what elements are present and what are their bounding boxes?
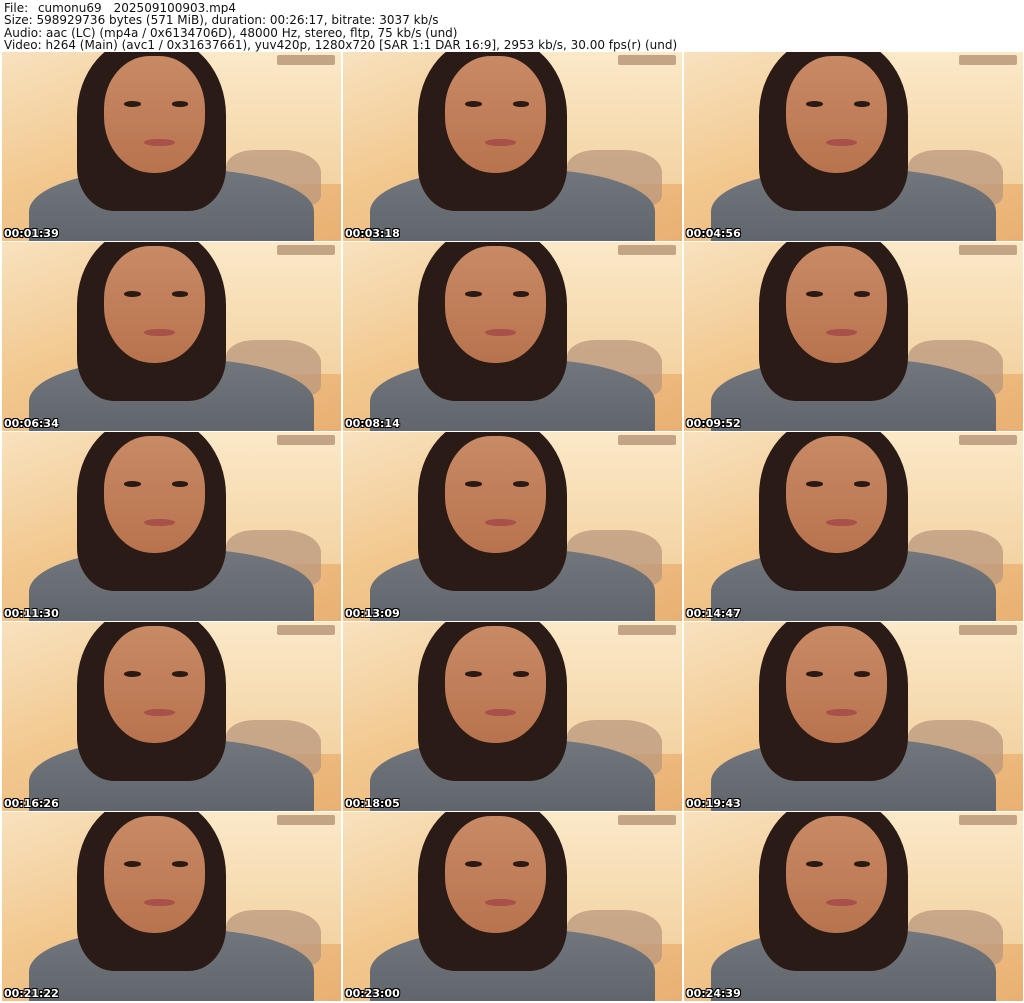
thumbnail-frame: 00:04:56 bbox=[684, 52, 1023, 241]
watermark-logo bbox=[277, 435, 335, 445]
watermark-logo bbox=[618, 55, 676, 65]
frame-timestamp: 00:09:52 bbox=[686, 417, 741, 430]
thumbnail-frame: 00:06:34 bbox=[2, 242, 341, 431]
thumbnail-frame: 00:23:00 bbox=[343, 812, 682, 1001]
frame-timestamp: 00:24:39 bbox=[686, 987, 741, 1000]
frame-timestamp: 00:14:47 bbox=[686, 607, 741, 620]
thumbnail-frame: 00:13:09 bbox=[343, 432, 682, 621]
thumbnail-grid: 00:01:39 00:03:18 00:04:56 00:06:34 00:0… bbox=[2, 52, 1023, 1002]
watermark-logo bbox=[277, 245, 335, 255]
watermark-logo bbox=[618, 245, 676, 255]
file-size-line: Size: 598929736 bytes (571 MiB), duratio… bbox=[4, 14, 439, 27]
frame-timestamp: 00:19:43 bbox=[686, 797, 741, 810]
watermark-logo bbox=[959, 435, 1017, 445]
thumbnail-frame: 00:24:39 bbox=[684, 812, 1023, 1001]
watermark-logo bbox=[959, 245, 1017, 255]
watermark-logo bbox=[618, 435, 676, 445]
frame-timestamp: 00:21:22 bbox=[4, 987, 59, 1000]
frame-timestamp: 00:16:26 bbox=[4, 797, 59, 810]
frame-timestamp: 00:18:05 bbox=[345, 797, 400, 810]
watermark-logo bbox=[618, 815, 676, 825]
video-info-header: File: _cumonu69__202509100903.mp4 Size: … bbox=[4, 2, 1020, 52]
watermark-logo bbox=[959, 625, 1017, 635]
frame-timestamp: 00:01:39 bbox=[4, 227, 59, 240]
thumbnail-frame: 00:18:05 bbox=[343, 622, 682, 811]
frame-timestamp: 00:11:30 bbox=[4, 607, 59, 620]
thumbnail-frame: 00:09:52 bbox=[684, 242, 1023, 431]
thumbnail-frame: 00:21:22 bbox=[2, 812, 341, 1001]
frame-timestamp: 00:08:14 bbox=[345, 417, 400, 430]
audio-info-line: Audio: aac (LC) (mp4a / 0x6134706D), 480… bbox=[4, 26, 458, 40]
thumbnail-frame: 00:19:43 bbox=[684, 622, 1023, 811]
frame-timestamp: 00:03:18 bbox=[345, 227, 400, 240]
thumbnail-frame: 00:08:14 bbox=[343, 242, 682, 431]
thumbnail-frame: 00:01:39 bbox=[2, 52, 341, 241]
frame-timestamp: 00:13:09 bbox=[345, 607, 400, 620]
frame-timestamp: 00:06:34 bbox=[4, 417, 59, 430]
thumbnail-frame: 00:03:18 bbox=[343, 52, 682, 241]
watermark-logo bbox=[959, 815, 1017, 825]
thumbnail-frame: 00:16:26 bbox=[2, 622, 341, 811]
video-info-line: Video: h264 (Main) (avc1 / 0x31637661), … bbox=[4, 39, 678, 52]
watermark-logo bbox=[959, 55, 1017, 65]
watermark-logo bbox=[618, 625, 676, 635]
watermark-logo bbox=[277, 55, 335, 65]
thumbnail-frame: 00:14:47 bbox=[684, 432, 1023, 621]
file-name-line: File: _cumonu69__202509100903.mp4 bbox=[4, 2, 237, 15]
watermark-logo bbox=[277, 625, 335, 635]
frame-timestamp: 00:04:56 bbox=[686, 227, 741, 240]
watermark-logo bbox=[277, 815, 335, 825]
frame-timestamp: 00:23:00 bbox=[345, 987, 400, 1000]
thumbnail-frame: 00:11:30 bbox=[2, 432, 341, 621]
